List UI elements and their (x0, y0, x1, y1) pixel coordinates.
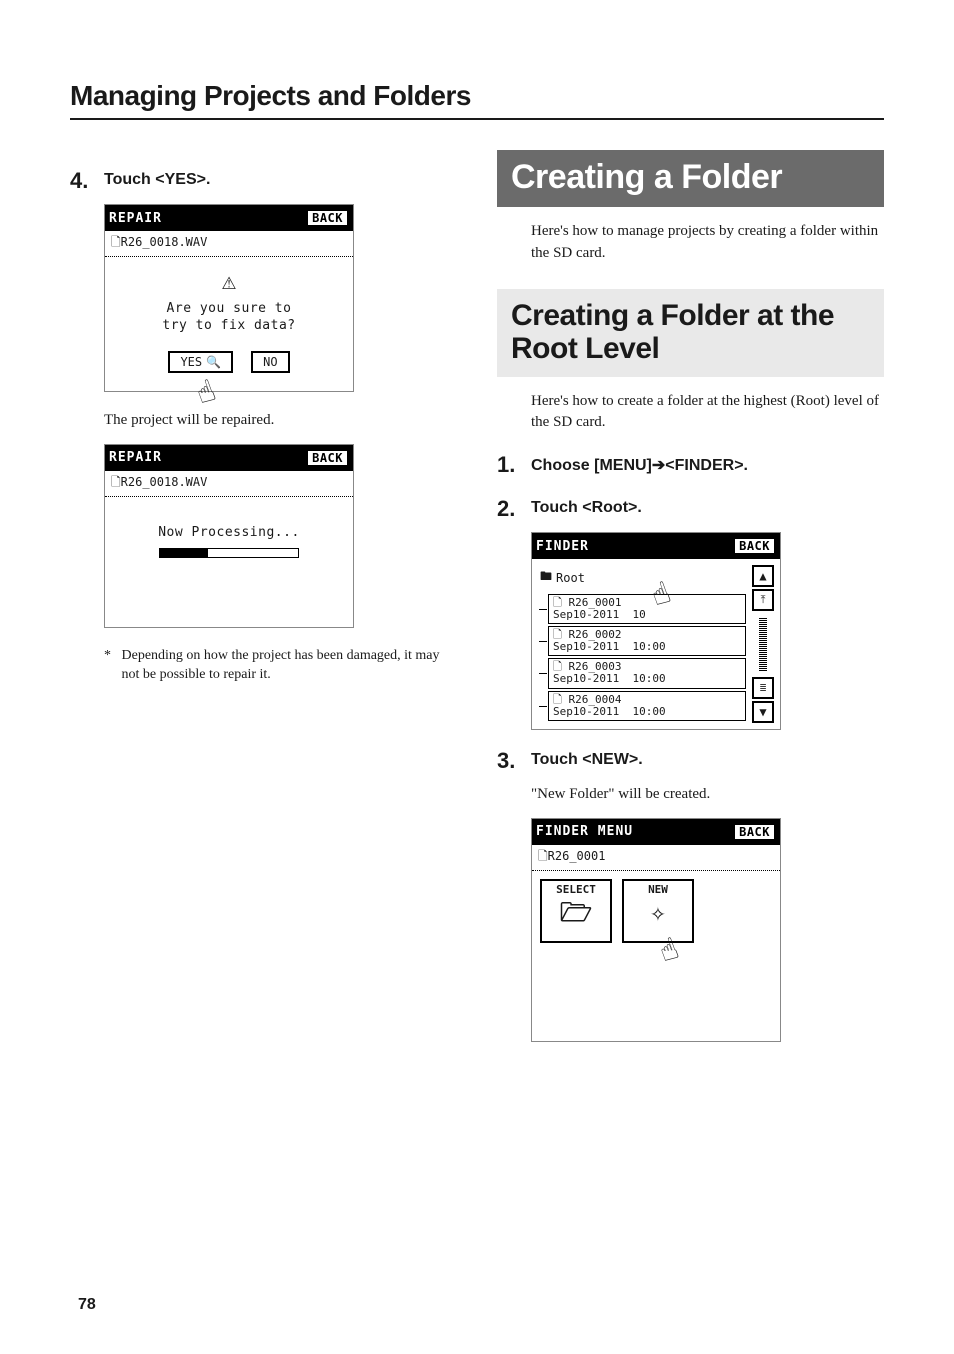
screen-header: REPAIR BACK (105, 445, 353, 471)
page-top-button[interactable]: ⤒ (752, 589, 774, 611)
item-date: Sep10-2011 (553, 608, 619, 621)
heading-creating-folder: Creating a Folder (497, 150, 884, 207)
yes-label: YES (180, 355, 202, 369)
screen-body: Now Processing... (105, 497, 353, 627)
breadcrumb-text: R26_0018.WAV (121, 235, 208, 249)
item-name: R26_0004 (568, 693, 621, 706)
processing-label: Now Processing... (111, 525, 347, 540)
new-folder-icon: ✧ (624, 900, 692, 926)
breadcrumb: 🗋R26_0018.WAV (105, 231, 353, 257)
folder-icon: 🖿 (540, 567, 552, 588)
item-date: Sep10-2011 (553, 640, 619, 653)
arrow-right-icon: ➔ (652, 457, 665, 474)
select-folder-icon: 🗁 (542, 900, 610, 926)
list-item[interactable]: 🗋 R26_0001Sep10-2011 10 (548, 594, 746, 624)
no-button[interactable]: NO (251, 351, 289, 373)
step-2: 2. Touch <Root>. (497, 496, 884, 522)
page-bottom-button[interactable]: ≣ (752, 677, 774, 699)
section-title: Managing Projects and Folders (70, 80, 884, 120)
breadcrumb: 🗋R26_0018.WAV (105, 471, 353, 497)
file-list: 🖿 Root 🗋 R26_0001Sep10-2011 10 🗋 R26_0002… (538, 565, 746, 723)
screen-body: 🖿 Root 🗋 R26_0001Sep10-2011 10 🗋 R26_0002… (532, 559, 780, 729)
item-date: Sep10-2011 (553, 705, 619, 718)
step-number: 1. (497, 452, 523, 478)
button-row: YES 🔍 NO (111, 351, 347, 373)
page-number: 78 (78, 1296, 96, 1314)
dialog-line-1: Are you sure to (111, 301, 347, 318)
back-button[interactable]: BACK (733, 537, 776, 555)
progress-bar (159, 548, 299, 558)
step-4: 4. Touch <YES>. (70, 168, 457, 194)
step-instruction: Touch <NEW>. (531, 748, 643, 774)
new-label: NEW (624, 883, 692, 896)
back-button[interactable]: BACK (306, 209, 349, 227)
progress-fill (160, 549, 208, 557)
step-3: 3. Touch <NEW>. (497, 748, 884, 774)
screen-body: ⚠ Are you sure to try to fix data? YES 🔍… (105, 257, 353, 391)
scroll-down-button[interactable]: ▼ (752, 701, 774, 723)
scroll-up-button[interactable]: ▲ (752, 565, 774, 587)
result-text: The project will be repaired. (104, 410, 457, 432)
screen-title: REPAIR (109, 211, 162, 226)
item-time: 10:00 (632, 705, 665, 718)
back-button[interactable]: BACK (733, 823, 776, 841)
step-3-body: "New Folder" will be created. (531, 784, 884, 806)
intro-paragraph-2: Here's how to create a folder at the hig… (531, 391, 884, 435)
scrollbar[interactable] (759, 617, 767, 671)
back-button[interactable]: BACK (306, 449, 349, 467)
select-button[interactable]: SELECT 🗁 (540, 879, 612, 943)
step-number: 4. (70, 168, 96, 194)
item-date: Sep10-2011 (553, 672, 619, 685)
list-item[interactable]: 🗋 R26_0002Sep10-2011 10:00 (548, 626, 746, 656)
pointing-hand-icon: ☝ (192, 373, 221, 412)
item-time: 10:00 (632, 640, 665, 653)
repair-processing-screen: REPAIR BACK 🗋R26_0018.WAV Now Processing… (104, 444, 354, 628)
item-time: 10:00 (632, 672, 665, 685)
intro-paragraph-1: Here's how to manage projects by creatin… (531, 221, 884, 265)
item-name: R26_0003 (568, 660, 621, 673)
step-number: 3. (497, 748, 523, 774)
side-controls: ▲ ⤒ ≣ ▼ (750, 565, 776, 723)
screen-header: FINDER BACK (532, 533, 780, 559)
dialog-line-2: try to fix data? (111, 318, 347, 335)
screen-body: SELECT 🗁 NEW ✧ ☝ (532, 871, 780, 1041)
heading-root-level: Creating a Folder at the Root Level (497, 289, 884, 377)
magnifier-icon: 🔍 (206, 355, 221, 369)
right-column: Creating a Folder Here's how to manage p… (497, 150, 884, 1060)
asterisk-icon: * (104, 646, 118, 666)
step-instruction: Touch <Root>. (531, 496, 642, 522)
step-instruction: Touch <YES>. (104, 168, 210, 194)
screen-title: FINDER (536, 539, 589, 554)
root-item[interactable]: 🖿 Root (538, 565, 746, 592)
page: Managing Projects and Folders 4. Touch <… (0, 0, 954, 1354)
finder-list-screen: FINDER BACK 🖿 Root 🗋 R26_0001Sep10-2011 1… (531, 532, 781, 730)
select-label: SELECT (542, 883, 610, 896)
step-instruction: Choose [MENU]➔<FINDER>. (531, 452, 748, 478)
footnote: * Depending on how the project has been … (104, 646, 457, 685)
yes-button[interactable]: YES 🔍 (168, 351, 233, 373)
screen-header: FINDER MENU BACK (532, 819, 780, 845)
breadcrumb-text: R26_0001 (548, 849, 606, 863)
list-item[interactable]: 🗋 R26_0003Sep10-2011 10:00 (548, 658, 746, 688)
screen-title: FINDER MENU (536, 824, 633, 839)
screen-title: REPAIR (109, 450, 162, 465)
list-item[interactable]: 🗋 R26_0004Sep10-2011 10:00 (548, 691, 746, 721)
repair-confirm-screen: REPAIR BACK 🗋R26_0018.WAV ⚠ Are you sure… (104, 204, 354, 392)
breadcrumb: 🗋R26_0001 (532, 845, 780, 871)
new-button[interactable]: NEW ✧ (622, 879, 694, 943)
item-time: 10 (632, 608, 645, 621)
left-column: 4. Touch <YES>. REPAIR BACK 🗋R26_0018.WA… (70, 150, 457, 1060)
warning-icon: ⚠ (111, 267, 347, 295)
step-number: 2. (497, 496, 523, 522)
breadcrumb-text: R26_0018.WAV (121, 475, 208, 489)
step-1: 1. Choose [MENU]➔<FINDER>. (497, 452, 884, 478)
footnote-text: Depending on how the project has been da… (122, 646, 457, 685)
item-name: R26_0002 (568, 628, 621, 641)
screen-header: REPAIR BACK (105, 205, 353, 231)
root-label: Root (556, 571, 585, 585)
menu-row: SELECT 🗁 NEW ✧ (540, 879, 772, 943)
item-name: R26_0001 (568, 596, 621, 609)
two-column-layout: 4. Touch <YES>. REPAIR BACK 🗋R26_0018.WA… (70, 150, 884, 1060)
finder-menu-screen: FINDER MENU BACK 🗋R26_0001 SELECT 🗁 NEW … (531, 818, 781, 1042)
